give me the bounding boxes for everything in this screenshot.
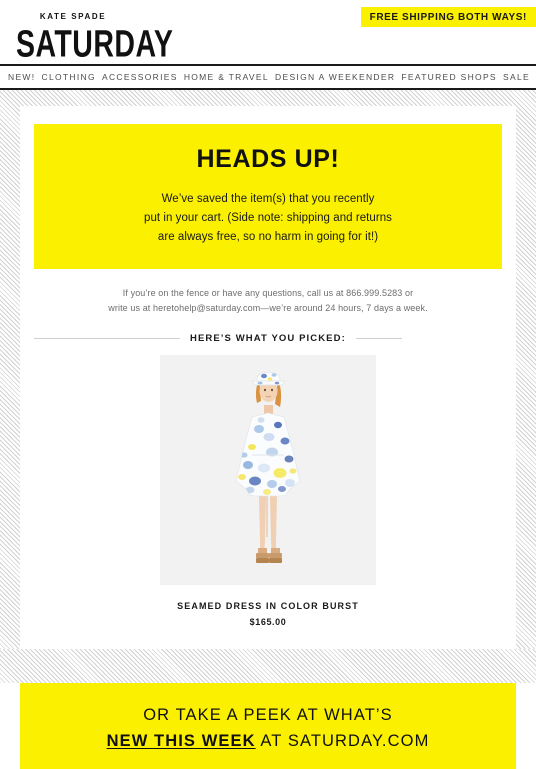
footer-cta[interactable]: OR TAKE A PEEK AT WHAT’S NEW THIS WEEK A… [20, 683, 516, 769]
logo-wordmark: SATURDAY [16, 22, 174, 66]
support-copy: If you’re on the fence or have any quest… [34, 286, 502, 316]
heads-up-hero: HEADS UP! We’ve saved the item(s) that y… [34, 124, 502, 269]
hero-copy-line-1: We’ve saved the item(s) that you recentl… [161, 193, 375, 205]
nav-item-sale[interactable]: SALE [503, 72, 530, 82]
hero-title: HEADS UP! [196, 145, 340, 173]
content-panel: HEADS UP! We’ve saved the item(s) that y… [20, 106, 516, 649]
brand-logo[interactable]: KATE SPADE SATURDAY [16, 12, 196, 63]
footer-line-2-tail: AT SATURDAY.COM [255, 731, 430, 750]
footer-line-1: OR TAKE A PEEK AT WHAT’S [143, 705, 393, 724]
email-body: KATE SPADE SATURDAY FREE SHIPPING BOTH W… [0, 0, 536, 769]
striped-frame-bottom [0, 649, 536, 683]
logo-kicker-text: KATE SPADE [39, 12, 107, 21]
hero-copy-line-2: put in your cart. (Side note: shipping a… [144, 212, 392, 224]
nav-items-container: NEW! CLOTHING ACCESSORIES HOME & TRAVEL … [0, 72, 536, 82]
nav-item-new[interactable]: NEW! [8, 72, 35, 82]
product-image[interactable] [160, 355, 376, 585]
new-this-week-link[interactable]: NEW THIS WEEK [107, 732, 256, 750]
product-card[interactable]: SEAMED DRESS IN COLOR BURST $165.00 [34, 355, 502, 627]
footer-line-2: NEW THIS WEEK AT SATURDAY.COM [107, 728, 430, 754]
picked-heading: HERE’S WHAT YOU PICKED: [190, 333, 346, 344]
hero-copy-line-3: are always free, so no harm in going for… [157, 231, 379, 243]
nav-item-design-a-weekender[interactable]: DESIGN A WEEKENDER [275, 72, 395, 82]
support-line-1: If you’re on the fence or have any quest… [122, 288, 414, 298]
divider-rule-right [355, 338, 402, 339]
picked-heading-row: HERE’S WHAT YOU PICKED: [34, 333, 502, 344]
masthead: KATE SPADE SATURDAY FREE SHIPPING BOTH W… [0, 0, 536, 64]
striped-frame-top: HEADS UP! We’ve saved the item(s) that y… [0, 90, 536, 649]
divider-rule-left [34, 338, 180, 339]
product-price: $165.00 [249, 617, 287, 627]
product-name: SEAMED DRESS IN COLOR BURST [177, 601, 359, 611]
free-shipping-banner[interactable]: FREE SHIPPING BOTH WAYS! [360, 7, 536, 27]
main-navigation: NEW! CLOTHING ACCESSORIES HOME & TRAVEL … [0, 64, 536, 90]
nav-item-featured-shops[interactable]: FEATURED SHOPS [401, 72, 497, 82]
nav-item-clothing[interactable]: CLOTHING [42, 72, 96, 82]
nav-item-accessories[interactable]: ACCESSORIES [102, 72, 178, 82]
hero-copy: We’ve saved the item(s) that you recentl… [48, 190, 488, 247]
nav-item-home-and-travel[interactable]: HOME & TRAVEL [184, 72, 269, 82]
support-line-2: write us at heretohelp@saturday.com—we’r… [108, 303, 428, 313]
model-illustration [160, 355, 376, 585]
